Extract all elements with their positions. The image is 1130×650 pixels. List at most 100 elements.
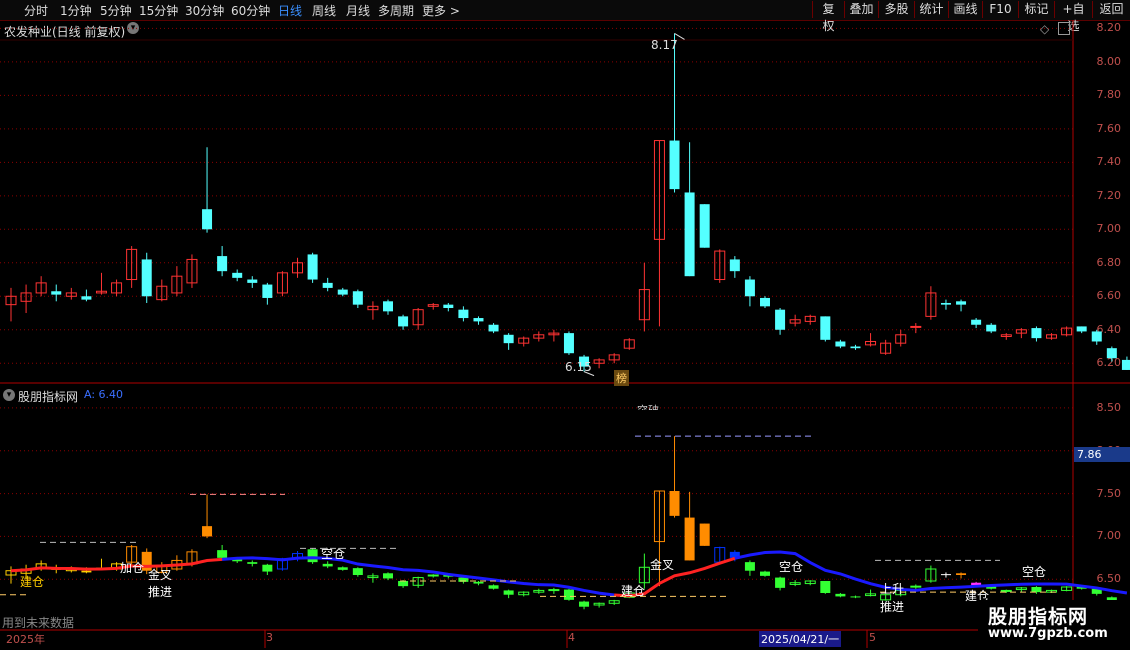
indicator-body xyxy=(775,577,786,588)
candle-body xyxy=(307,254,318,280)
candle-body xyxy=(1076,326,1087,332)
candle-body xyxy=(850,346,861,349)
watermark: 股朋指标网 www.7gpzb.com xyxy=(978,600,1130,650)
indicator-body xyxy=(956,573,967,575)
indicator-body xyxy=(217,550,228,558)
candle-body xyxy=(443,304,454,308)
min-price-label: 6.15 xyxy=(565,360,592,374)
sub-axis-tick: 6.50 xyxy=(1096,572,1122,586)
indicator-body xyxy=(322,563,333,567)
candle-body xyxy=(1106,348,1117,359)
signal-label: 金叉 xyxy=(148,568,173,582)
candle-body xyxy=(1031,328,1042,339)
candlestick-chart[interactable] xyxy=(0,0,1130,650)
signal-label: 空仓 xyxy=(321,547,346,561)
signal-label: 建仓 xyxy=(621,584,646,598)
sub-axis-tick: 7.50 xyxy=(1096,486,1122,500)
candle-body xyxy=(940,302,951,305)
candle-body xyxy=(337,289,348,295)
candle-body xyxy=(262,284,273,298)
candle-body xyxy=(699,204,710,248)
indicator-body xyxy=(202,526,213,537)
candle-body xyxy=(81,296,92,300)
candle-body xyxy=(971,319,982,325)
chevron-down-icon[interactable]: ▾ xyxy=(3,389,15,401)
candle-body xyxy=(1091,331,1102,342)
candle-body xyxy=(744,279,755,297)
candle-body xyxy=(352,291,363,305)
candle-body xyxy=(488,324,499,332)
candle-body xyxy=(820,316,831,340)
indicator-body xyxy=(579,601,590,607)
max-price-label: 8.17 xyxy=(651,38,678,52)
date-label: 5 xyxy=(869,631,876,644)
candle-body xyxy=(669,140,680,190)
indicator-body xyxy=(835,593,846,597)
indicator-body xyxy=(383,573,393,579)
signal-label: 金叉 xyxy=(650,558,675,572)
price-tag: 7.86 xyxy=(1074,447,1130,462)
indicator-body xyxy=(940,574,951,576)
indicator-body xyxy=(307,549,318,563)
breakthrough-label: 突破 xyxy=(637,402,659,410)
indicator-body xyxy=(427,574,439,577)
candle-body xyxy=(1121,359,1130,370)
indicator-value: A: 6.40 xyxy=(84,388,124,401)
date-label: 2025年 xyxy=(6,633,45,646)
indicator-body xyxy=(910,585,922,588)
indicator-body xyxy=(488,585,499,589)
candle-body xyxy=(473,318,484,322)
candle-body xyxy=(202,209,213,230)
candle-body xyxy=(563,333,574,354)
signal-label: 推进 xyxy=(880,600,905,614)
indicator-body xyxy=(247,562,258,564)
candle-body xyxy=(986,324,997,332)
indicator-body xyxy=(820,581,831,593)
indicator-title: 股朋指标网 xyxy=(18,390,79,404)
candle-body xyxy=(760,297,770,307)
candle-body xyxy=(232,272,243,278)
indicator-body xyxy=(744,562,755,571)
signal-label: 上升 xyxy=(880,582,905,596)
candle-body xyxy=(729,259,740,272)
candle-body xyxy=(910,325,922,328)
rank-badge[interactable]: 榜 xyxy=(614,370,629,386)
candle-body xyxy=(322,282,333,288)
candle-body xyxy=(775,309,786,330)
future-data-notice: 用到未来数据 xyxy=(2,616,75,630)
signal-label: 空仓 xyxy=(779,560,804,574)
indicator-body xyxy=(684,517,695,561)
candle-body xyxy=(956,301,967,305)
candle-body xyxy=(503,334,514,344)
indicator-body xyxy=(262,564,273,572)
candle-body xyxy=(458,309,469,319)
candle-body xyxy=(217,256,228,272)
signal-label: 空仓 xyxy=(1022,565,1047,579)
indicator-body xyxy=(398,581,409,587)
signal-label: 推进 xyxy=(148,585,173,599)
candle-body xyxy=(247,279,258,283)
signal-label: 加仓 xyxy=(120,561,145,575)
sub-axis-tick: 8.50 xyxy=(1096,400,1122,414)
indicator-body xyxy=(473,581,484,584)
candle-body xyxy=(141,259,152,297)
candle-body xyxy=(383,301,393,312)
watermark-brand: 股朋指标网 xyxy=(988,606,1089,628)
date-label: 4 xyxy=(568,631,575,644)
watermark-url: www.7gpzb.com xyxy=(988,626,1108,641)
indicator-body xyxy=(1031,587,1042,593)
candle-body xyxy=(398,316,409,327)
sub-axis-tick: 7.00 xyxy=(1096,529,1122,543)
indicator-body xyxy=(850,596,861,598)
indicator-body xyxy=(699,523,710,546)
indicator-body xyxy=(548,589,560,592)
indicator-body xyxy=(669,491,680,516)
indicator-body xyxy=(337,567,348,570)
signal-label: 建仓 xyxy=(20,575,45,589)
indicator-body xyxy=(760,571,770,576)
date-label: 2025/04/21/一 xyxy=(759,631,842,647)
candle-body xyxy=(51,291,62,295)
indicator-body xyxy=(1000,589,1012,592)
indicator-body xyxy=(563,589,574,600)
candle-body xyxy=(835,341,846,347)
